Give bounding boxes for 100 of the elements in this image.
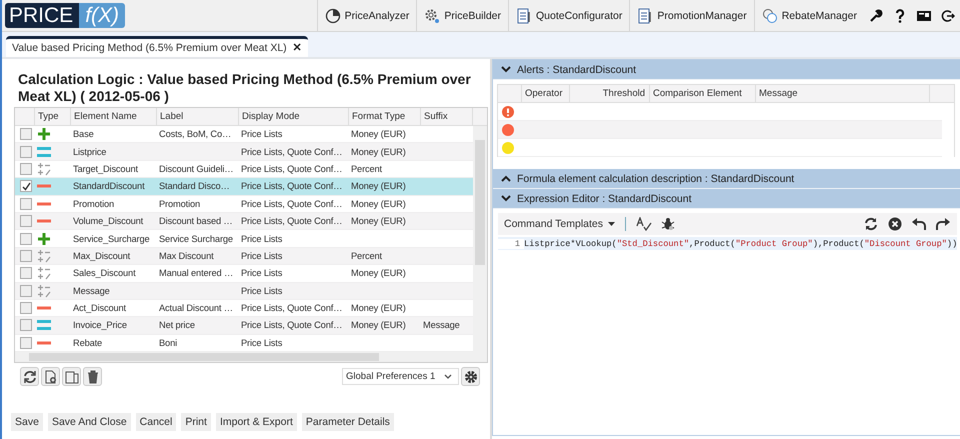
- panel-title: Alerts : StandardDiscount: [517, 64, 636, 76]
- table-row[interactable]: StandardDiscount Standard Disco… Price Lists, Quote Conf… Money (EUR): [15, 178, 473, 196]
- scrollbar[interactable]: [473, 126, 487, 352]
- table-row[interactable]: Listprice Price Lists, Quote Conf… Money (EUR): [15, 143, 473, 161]
- column-header[interactable]: Type: [35, 108, 71, 125]
- document-icon: [637, 8, 654, 24]
- table-row[interactable]: Invoice_Price Net price Price Lists, Quote Conf… Money (EUR) Message: [15, 317, 473, 335]
- panel-header[interactable]: Expression Editor : StandardDiscount: [493, 189, 960, 209]
- table-row[interactable]: Promotion Promotion Price Lists, Quote Conf… Money (EUR): [15, 196, 473, 213]
- nav-button[interactable]: PriceAnalyzer: [316, 0, 416, 31]
- splitter-handle[interactable]: [490, 59, 492, 439]
- table-cell-text: Net price: [158, 320, 196, 330]
- action-button[interactable]: Save: [11, 413, 43, 431]
- table-cell-text: Money (EUR): [350, 268, 407, 278]
- table-row[interactable]: Max_Discount Max Discount Price Lists Percent: [15, 248, 473, 266]
- spellcheck-icon[interactable]: [634, 214, 654, 234]
- nav-button[interactable]: QuoteConfigurator: [508, 0, 630, 31]
- table-cell-text: Price Lists: [240, 129, 284, 140]
- checkbox[interactable]: [20, 198, 32, 210]
- column-header[interactable]: Comparison Element: [650, 85, 756, 102]
- table-cell-text: Sales_Discount: [72, 268, 137, 278]
- table-cell-text: Price Lists: [240, 234, 284, 244]
- table-cell-text: Manual entered …: [158, 268, 234, 278]
- delete-button[interactable]: [83, 367, 102, 386]
- checkbox[interactable]: [20, 146, 32, 158]
- column-header[interactable]: Format Type: [349, 108, 421, 125]
- close-icon[interactable]: ✕: [292, 41, 302, 54]
- action-button[interactable]: Import & Export: [216, 413, 297, 431]
- action-button[interactable]: Print: [181, 413, 211, 431]
- scrollbar[interactable]: [15, 352, 487, 362]
- table-row[interactable]: Rebate Boni Price Lists: [15, 334, 473, 352]
- panel-header[interactable]: Alerts : StandardDiscount: [493, 60, 960, 80]
- table-cell-text: Price Lists, Quote Conf…: [240, 181, 344, 192]
- table-cell-text: Price Lists: [240, 250, 284, 261]
- copy-document-button[interactable]: [62, 367, 81, 386]
- panel-header[interactable]: Formula element calculation description : StandardDiscount: [493, 169, 960, 189]
- add-document-button[interactable]: [41, 367, 60, 386]
- table-cell-text: Money (EUR): [350, 146, 407, 157]
- table-cell-text: Promotion: [158, 198, 202, 209]
- nav-button[interactable]: PriceBuilder: [416, 0, 508, 31]
- refresh-button[interactable]: [20, 367, 39, 386]
- column-header[interactable]: Threshold: [570, 85, 650, 102]
- checkbox[interactable]: [20, 215, 32, 228]
- checkbox[interactable]: [20, 250, 32, 262]
- table-cell-text: Costs, BoM, Co…: [158, 129, 232, 140]
- checkbox[interactable]: [20, 232, 32, 245]
- table-cell-text: Service_Surcharge: [72, 234, 151, 244]
- checkbox[interactable]: [20, 267, 32, 280]
- table-cell-text: Percent: [350, 250, 383, 261]
- checkbox[interactable]: [20, 302, 32, 314]
- action-button[interactable]: Cancel: [136, 413, 176, 431]
- table-cell-text: Volume_Discount: [72, 216, 144, 226]
- table-cell-text: Discount Guideli…: [158, 164, 234, 174]
- checkbox[interactable]: [20, 284, 32, 297]
- nav-button[interactable]: RebateManager: [754, 0, 864, 31]
- logo[interactable]: PRICE f(X): [5, 3, 126, 28]
- column-header[interactable]: Label: [157, 108, 239, 125]
- checkbox[interactable]: [20, 319, 32, 332]
- action-button[interactable]: Save And Close: [48, 413, 131, 431]
- table-row[interactable]: Volume_Discount Discount based … Price Lists, Quote Conf… Money (EUR): [15, 212, 473, 230]
- templates-dropdown[interactable]: Command Templates: [502, 218, 618, 230]
- table-cell-text: Act_Discount: [72, 303, 127, 314]
- logo-text: PRICE: [5, 3, 80, 28]
- checkbox[interactable]: [20, 128, 32, 140]
- table-cell-text: Price Lists, Quote Conf…: [240, 216, 344, 226]
- panel-title: Expression Editor : StandardDiscount: [517, 192, 692, 204]
- table-cell-text: StandardDiscount: [72, 181, 146, 192]
- table-cell-text: Money (EUR): [350, 303, 407, 314]
- line-number: 1: [498, 238, 524, 248]
- checkbox[interactable]: [20, 180, 32, 192]
- table-row[interactable]: Target_Discount Discount Guideli… Price Lists, Quote Conf… Percent: [15, 160, 473, 178]
- column-header[interactable]: Message: [756, 85, 930, 102]
- table-cell-text: Promotion: [72, 198, 116, 209]
- table-cell-text: Base: [72, 129, 95, 140]
- table-cell-text: Price Lists, Quote Conf…: [240, 146, 344, 157]
- settings-button[interactable]: [461, 367, 480, 386]
- column-header[interactable]: Element Name: [71, 108, 157, 125]
- table-row[interactable]: Message Price Lists: [15, 282, 473, 300]
- table-row[interactable]: Service_Surcharge Service Surcharge Price Lists: [15, 230, 473, 248]
- table-cell-text: Message: [72, 286, 111, 296]
- table-row[interactable]: Base Costs, BoM, Co… Price Lists Money (EUR): [15, 126, 473, 144]
- table-row[interactable]: Sales_Discount Manual entered … Price Lists Money (EUR): [15, 265, 473, 283]
- gear-icon: [424, 8, 440, 24]
- document-tab[interactable]: Value based Pricing Method (6.5% Premium over Meat XL) ✕: [6, 36, 308, 57]
- table-cell-text: Price Lists: [240, 338, 284, 348]
- preferences-dropdown[interactable]: Global Preferences 1: [342, 368, 459, 386]
- column-header[interactable]: Suffix: [421, 108, 473, 125]
- nav-button[interactable]: PromotionManager: [629, 0, 754, 31]
- table-cell-text: Price Lists, Quote Conf…: [240, 164, 344, 174]
- table-cell-text: Price Lists, Quote Conf…: [240, 320, 344, 330]
- table-cell-text: Price Lists: [240, 286, 284, 296]
- table-row[interactable]: Act_Discount Actual Discount … Price Lists, Quote Conf… Money (EUR): [15, 300, 473, 318]
- action-button[interactable]: Parameter Details: [302, 413, 394, 431]
- table-cell-text: Service Surcharge: [158, 234, 234, 244]
- column-header[interactable]: Display Mode: [239, 108, 349, 125]
- coins-icon: [762, 8, 778, 24]
- table-cell-text: Standard Disco…: [158, 181, 231, 192]
- checkbox[interactable]: [20, 336, 32, 349]
- column-header[interactable]: Operator: [522, 85, 570, 102]
- checkbox[interactable]: [20, 162, 32, 175]
